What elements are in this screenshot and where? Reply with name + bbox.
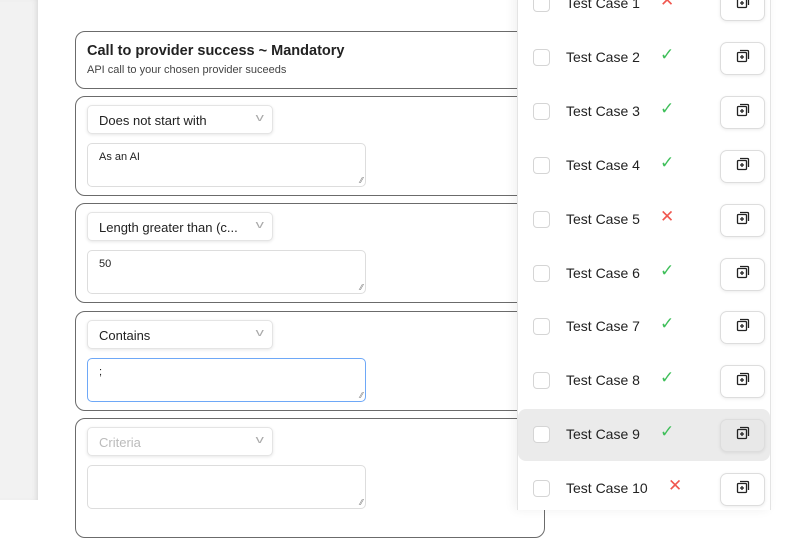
- duplicate-button[interactable]: [720, 203, 765, 237]
- criteria-header-card: Call to provider success ~ Mandatory API…: [75, 31, 545, 89]
- textarea-value: ;: [99, 366, 103, 378]
- test-case-checkbox[interactable]: [533, 372, 550, 390]
- test-case-label: Test Case 9: [566, 426, 640, 443]
- test-case-row[interactable]: Test Case 6 ✓: [518, 248, 770, 300]
- test-case-label: Test Case 7: [566, 318, 640, 335]
- criterion-card: Does not start with v As an AI ⁄⁄: [75, 96, 545, 196]
- test-case-label: Test Case 6: [566, 264, 640, 281]
- textarea-value: As an AI: [99, 151, 140, 163]
- test-case-checkbox[interactable]: [533, 426, 550, 444]
- duplicate-button[interactable]: [720, 95, 765, 129]
- criterion-type-select[interactable]: Criteria v: [87, 427, 273, 456]
- test-case-label: Test Case 1: [566, 0, 640, 11]
- select-value: Contains: [99, 328, 151, 343]
- criterion-type-select[interactable]: Length greater than (c... v: [87, 212, 273, 241]
- select-value: Does not start with: [99, 113, 207, 128]
- test-case-row[interactable]: Test Case 4 ✓: [518, 140, 770, 192]
- card-title: Call to provider success ~ Mandatory: [87, 43, 345, 59]
- duplicate-button[interactable]: [720, 365, 765, 399]
- chevron-down-icon: v: [255, 327, 264, 339]
- check-icon: ✓: [660, 260, 675, 280]
- check-icon: ✓: [660, 422, 675, 442]
- duplicate-icon: [736, 103, 750, 122]
- test-case-label: Test Case 3: [566, 102, 640, 119]
- duplicate-button[interactable]: [720, 0, 765, 21]
- resize-handle-icon[interactable]: ⁄⁄: [360, 176, 363, 185]
- criterion-type-select[interactable]: Contains v: [87, 320, 273, 349]
- card-subtitle: API call to your chosen provider suceeds: [87, 64, 287, 76]
- test-case-checkbox[interactable]: [533, 210, 550, 228]
- test-case-row[interactable]: Test Case 10 ✕: [518, 463, 770, 515]
- test-case-row[interactable]: Test Case 9 ✓: [518, 409, 770, 462]
- test-case-panel: Test Case 1 ✕ Test Case 2 ✓ Test Case 3 …: [517, 0, 771, 510]
- x-icon: ✕: [660, 206, 675, 226]
- criterion-value-textarea[interactable]: ⁄⁄: [87, 465, 366, 509]
- duplicate-button[interactable]: [720, 419, 765, 453]
- check-icon: ✓: [660, 368, 675, 388]
- duplicate-icon: [736, 157, 750, 176]
- check-icon: ✓: [660, 98, 675, 118]
- criterion-value-textarea[interactable]: As an AI ⁄⁄: [87, 143, 366, 187]
- criterion-value-textarea[interactable]: ; ⁄⁄: [87, 358, 366, 402]
- test-case-row[interactable]: Test Case 1 ✕: [518, 0, 770, 30]
- x-icon: ✕: [668, 476, 683, 496]
- test-case-row[interactable]: Test Case 3 ✓: [518, 86, 770, 138]
- test-case-checkbox[interactable]: [533, 264, 550, 282]
- duplicate-icon: [736, 372, 750, 391]
- test-case-label: Test Case 5: [566, 210, 640, 227]
- criterion-value-textarea[interactable]: 50 ⁄⁄: [87, 250, 366, 294]
- duplicate-button[interactable]: [720, 41, 765, 75]
- x-icon: ✕: [660, 0, 675, 10]
- test-case-checkbox[interactable]: [533, 480, 550, 498]
- criterion-card: Length greater than (c... v 50 ⁄⁄: [75, 203, 545, 303]
- test-case-row[interactable]: Test Case 8 ✓: [518, 355, 770, 407]
- test-case-label: Test Case 10: [566, 480, 648, 497]
- duplicate-icon: [736, 426, 750, 445]
- criterion-card: Criteria v ⁄⁄: [75, 418, 545, 538]
- duplicate-button[interactable]: [720, 257, 765, 291]
- duplicate-icon: [736, 0, 750, 14]
- resize-handle-icon[interactable]: ⁄⁄: [360, 391, 363, 400]
- duplicate-icon: [736, 480, 750, 499]
- textarea-value: 50: [99, 258, 112, 270]
- left-sidebar: [0, 0, 38, 500]
- check-icon: ✓: [660, 152, 675, 172]
- duplicate-icon: [736, 265, 750, 284]
- duplicate-button[interactable]: [720, 149, 765, 183]
- test-case-checkbox[interactable]: [533, 102, 550, 120]
- duplicate-icon: [736, 318, 750, 337]
- chevron-down-icon: v: [255, 434, 264, 446]
- test-case-checkbox[interactable]: [533, 0, 550, 12]
- test-case-checkbox[interactable]: [533, 156, 550, 174]
- test-case-label: Test Case 8: [566, 372, 640, 389]
- test-case-label: Test Case 2: [566, 48, 640, 65]
- criterion-card: Contains v ; ⁄⁄: [75, 311, 545, 411]
- test-case-checkbox[interactable]: [533, 48, 550, 66]
- check-icon: ✓: [660, 44, 675, 64]
- duplicate-button[interactable]: [720, 473, 765, 507]
- duplicate-icon: [736, 211, 750, 230]
- duplicate-button[interactable]: [720, 311, 765, 345]
- resize-handle-icon[interactable]: ⁄⁄: [360, 498, 363, 507]
- select-value: Criteria: [99, 435, 141, 450]
- duplicate-icon: [736, 49, 750, 68]
- test-case-label: Test Case 4: [566, 156, 640, 173]
- test-case-checkbox[interactable]: [533, 318, 550, 336]
- test-case-row[interactable]: Test Case 7 ✓: [518, 301, 770, 353]
- check-icon: ✓: [660, 314, 675, 334]
- criterion-type-select[interactable]: Does not start with v: [87, 105, 273, 134]
- test-case-row[interactable]: Test Case 5 ✕: [518, 194, 770, 246]
- chevron-down-icon: v: [255, 219, 264, 231]
- select-value: Length greater than (c...: [99, 220, 238, 235]
- chevron-down-icon: v: [255, 112, 264, 124]
- test-case-row[interactable]: Test Case 2 ✓: [518, 32, 770, 84]
- resize-handle-icon[interactable]: ⁄⁄: [360, 283, 363, 292]
